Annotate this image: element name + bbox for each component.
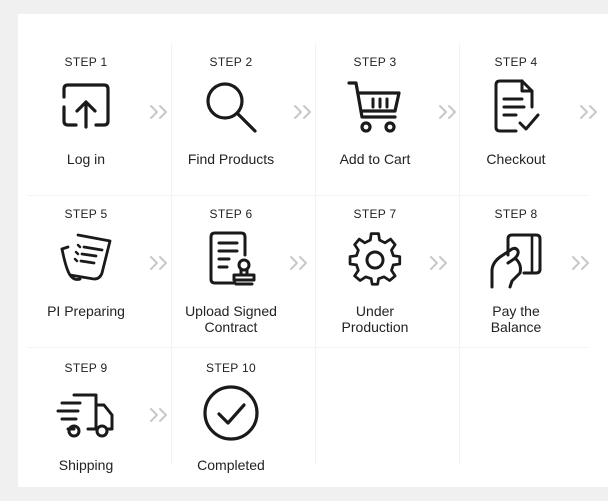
gear-icon — [345, 229, 405, 289]
check-circle-icon — [201, 383, 261, 443]
step-label: Find Products — [187, 151, 275, 167]
double-chevron-right-icon — [148, 103, 170, 121]
double-chevron-right-icon — [292, 103, 314, 121]
double-chevron-right-icon — [148, 254, 170, 272]
step-number: STEP 3 — [353, 55, 397, 69]
card-payment-icon — [486, 229, 546, 289]
double-chevron-right-icon — [578, 103, 600, 121]
step-number: STEP 1 — [64, 55, 108, 69]
step-label: Pay the Balance — [490, 303, 542, 335]
contract-stamp-icon — [201, 229, 261, 289]
step-label: PI Preparing — [47, 303, 125, 319]
double-chevron-right-icon — [148, 406, 170, 424]
step-number: STEP 2 — [209, 55, 253, 69]
step-number: STEP 10 — [206, 361, 256, 375]
double-chevron-right-icon — [437, 103, 459, 121]
invoice-icon — [56, 229, 116, 289]
double-chevron-right-icon — [288, 254, 310, 272]
step-number: STEP 9 — [64, 361, 108, 375]
step-label: Add to Cart — [339, 151, 411, 167]
step-label: Under Production — [341, 303, 409, 335]
step-number: STEP 6 — [209, 207, 253, 221]
login-icon — [56, 77, 116, 137]
step-label: Completed — [197, 457, 265, 473]
step-label: Checkout — [486, 151, 546, 167]
cart-icon — [345, 77, 405, 137]
step-number: STEP 5 — [64, 207, 108, 221]
double-chevron-right-icon — [428, 254, 450, 272]
step-number: STEP 7 — [353, 207, 397, 221]
step-label: Log in — [66, 151, 106, 167]
search-icon — [201, 77, 261, 137]
step-number: STEP 4 — [494, 55, 538, 69]
step-number: STEP 8 — [494, 207, 538, 221]
step-label: Upload Signed Contract — [185, 303, 277, 335]
truck-icon — [56, 383, 116, 443]
checkout-document-icon — [486, 77, 546, 137]
step-label: Shipping — [58, 457, 114, 473]
double-chevron-right-icon — [570, 254, 592, 272]
